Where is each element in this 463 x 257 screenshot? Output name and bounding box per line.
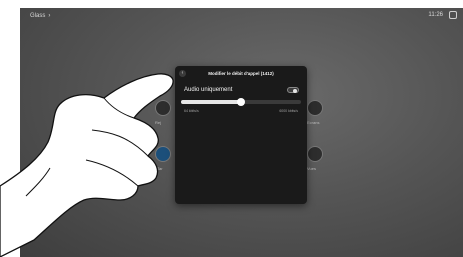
call-rate-slider[interactable] bbox=[181, 98, 301, 106]
bg-tile-label: Tar bbox=[157, 166, 163, 171]
audio-only-label: Audio uniquement bbox=[184, 87, 233, 93]
slider-max-label: 6000 kbits/s bbox=[279, 109, 298, 113]
call-rate-dialog: ‹ Modifier le débit d'appel (1412) Audio… bbox=[175, 66, 307, 204]
audio-only-toggle[interactable] bbox=[287, 87, 299, 93]
dialog-title: Modifier le débit d'appel (1412) bbox=[208, 71, 274, 76]
bg-tile-right-top[interactable] bbox=[307, 100, 323, 116]
bg-tile-label: Rej bbox=[155, 120, 162, 125]
screen-icon[interactable] bbox=[449, 11, 457, 19]
slider-fill bbox=[181, 100, 241, 104]
status-area: 11:26 bbox=[428, 11, 457, 19]
breadcrumb-label: Glass bbox=[30, 13, 46, 19]
chevron-right-icon: › bbox=[48, 13, 51, 19]
bg-tile-call[interactable] bbox=[155, 100, 171, 116]
slider-min-label: 64 kbits/s bbox=[184, 109, 199, 113]
device-screen: Glass › 11:26 Rej Tar Ecrans Vues ‹ Modi… bbox=[20, 8, 463, 257]
bg-tile-share[interactable] bbox=[155, 146, 171, 162]
slider-thumb[interactable] bbox=[237, 98, 245, 106]
bg-tile-right-bottom[interactable] bbox=[307, 146, 323, 162]
bg-tile-label: Ecrans bbox=[307, 120, 320, 125]
bg-tile-label: Vues bbox=[307, 166, 316, 171]
clock: 11:26 bbox=[428, 12, 443, 18]
toggle-knob bbox=[293, 88, 297, 93]
breadcrumb[interactable]: Glass › bbox=[30, 13, 50, 19]
